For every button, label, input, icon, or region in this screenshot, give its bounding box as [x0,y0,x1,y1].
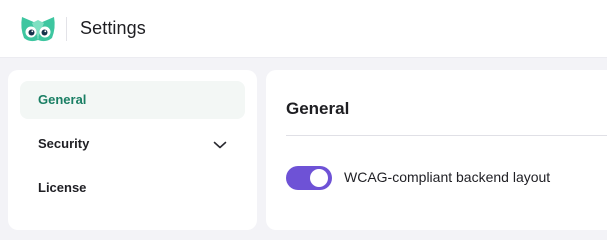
owl-logo-icon[interactable] [20,14,56,44]
setting-label: WCAG-compliant backend layout [344,169,551,185]
sidebar-item-general[interactable]: General [20,81,245,119]
general-settings-panel: General WCAG-compliant backend layout [266,70,607,230]
header-divider [66,17,67,41]
setting-row-wcag: WCAG-compliant backend layout [286,165,607,191]
section-title: General [286,99,350,118]
sidebar-item-license[interactable]: License [20,169,245,207]
sidebar-item-label: Security [38,136,90,151]
chevron-down-icon[interactable] [212,138,228,150]
section-divider [286,135,607,136]
sidebar-item-security[interactable]: Security [20,125,245,163]
page-title: Settings [80,18,146,38]
settings-sidebar: General Security License [8,70,257,230]
toggle-knob [310,169,328,187]
sidebar-item-label: General [38,92,87,107]
top-bar: Settings [0,0,607,58]
wcag-layout-toggle[interactable] [286,166,332,190]
sidebar-item-label: License [38,180,87,195]
